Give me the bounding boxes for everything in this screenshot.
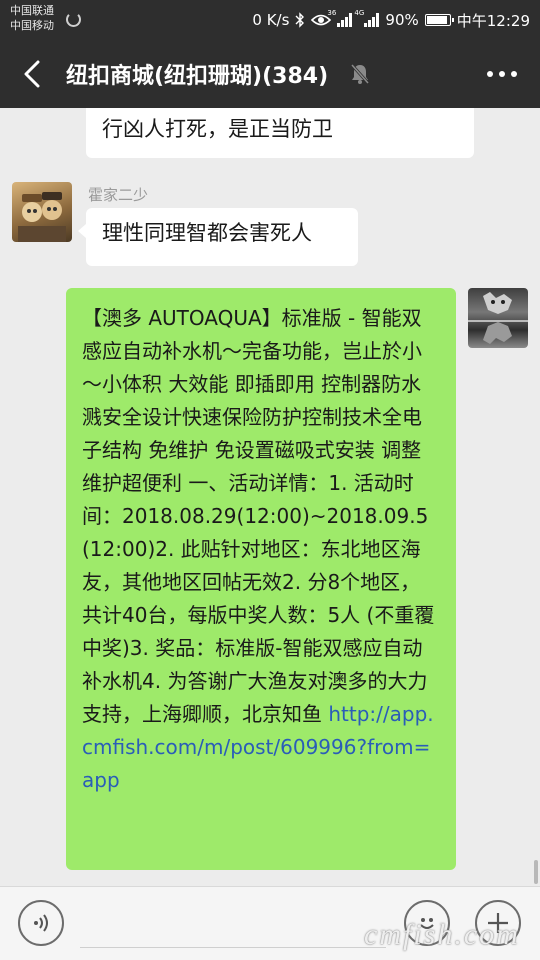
battery-fill xyxy=(426,16,447,24)
clock-label: 中午12:29 xyxy=(456,11,530,30)
carrier-2-label: 中国移动 xyxy=(10,19,54,32)
message-list[interactable]: 行凶人打死，是正当防卫 霍家二少 理性同理智都会害死人 【澳多 AUTOAQUA… xyxy=(0,108,540,886)
signal-icon: 36 xyxy=(327,9,353,27)
signal-4g-icon: 4G xyxy=(354,9,380,27)
battery-icon xyxy=(424,14,454,26)
emoji-smile-icon xyxy=(420,918,434,929)
carrier-1-label: 中国联通 xyxy=(10,4,54,17)
chat-title: 纽扣商城(纽扣珊瑚)(384) xyxy=(66,64,329,89)
avatar-self[interactable] xyxy=(468,288,528,348)
more-dots-icon xyxy=(487,71,517,77)
voice-button[interactable] xyxy=(18,900,64,946)
message-text: 行凶人打死，是正当防卫 xyxy=(102,117,333,141)
status-bar: 中国联通 中国移动 0 K/s 36 4G 90% 中午12:29 xyxy=(0,0,540,40)
battery-percent-label: 90% xyxy=(385,11,419,29)
signal-tag-label: 36 xyxy=(327,9,337,17)
scrollbar-thumb[interactable] xyxy=(534,860,538,884)
status-indicators: 0 K/s 36 4G 90% 中午12:29 xyxy=(252,0,530,40)
avatar-image xyxy=(468,292,528,344)
sender-name: 霍家二少 xyxy=(88,186,149,204)
back-button[interactable] xyxy=(12,54,52,94)
chevron-left-icon xyxy=(24,60,40,88)
plus-icon xyxy=(488,913,508,933)
carrier-info: 中国联通 中国移动 xyxy=(10,3,54,33)
mute-bell-icon xyxy=(350,63,370,89)
chat-input-bar xyxy=(0,886,540,960)
plus-button[interactable] xyxy=(475,900,521,946)
bluetooth-icon xyxy=(295,12,305,28)
voice-wave-icon xyxy=(34,914,48,932)
emoji-button[interactable] xyxy=(404,900,450,946)
message-bubble-incoming[interactable]: 理性同理智都会害死人 xyxy=(78,208,358,266)
message-text: 【澳多 AUTOAQUA】标准版 - 智能双感应自动补水机～完备功能，岂止於小～… xyxy=(82,306,435,726)
message-bubble-outgoing[interactable]: 【澳多 AUTOAQUA】标准版 - 智能双感应自动补水机～完备功能，岂止於小～… xyxy=(66,288,456,870)
net-speed-label: 0 K/s xyxy=(252,11,290,29)
avatar-image xyxy=(18,192,66,242)
more-button[interactable] xyxy=(480,54,524,94)
sync-icon xyxy=(66,12,81,27)
message-bubble-incoming[interactable]: 行凶人打死，是正当防卫 xyxy=(86,108,474,158)
message-text: 理性同理智都会害死人 xyxy=(102,221,312,245)
message-input[interactable] xyxy=(80,899,386,948)
chat-header: 纽扣商城(纽扣珊瑚)(384) xyxy=(0,40,540,108)
avatar-huojiaershao[interactable] xyxy=(12,182,72,242)
signal-4g-tag-label: 4G xyxy=(354,9,365,17)
